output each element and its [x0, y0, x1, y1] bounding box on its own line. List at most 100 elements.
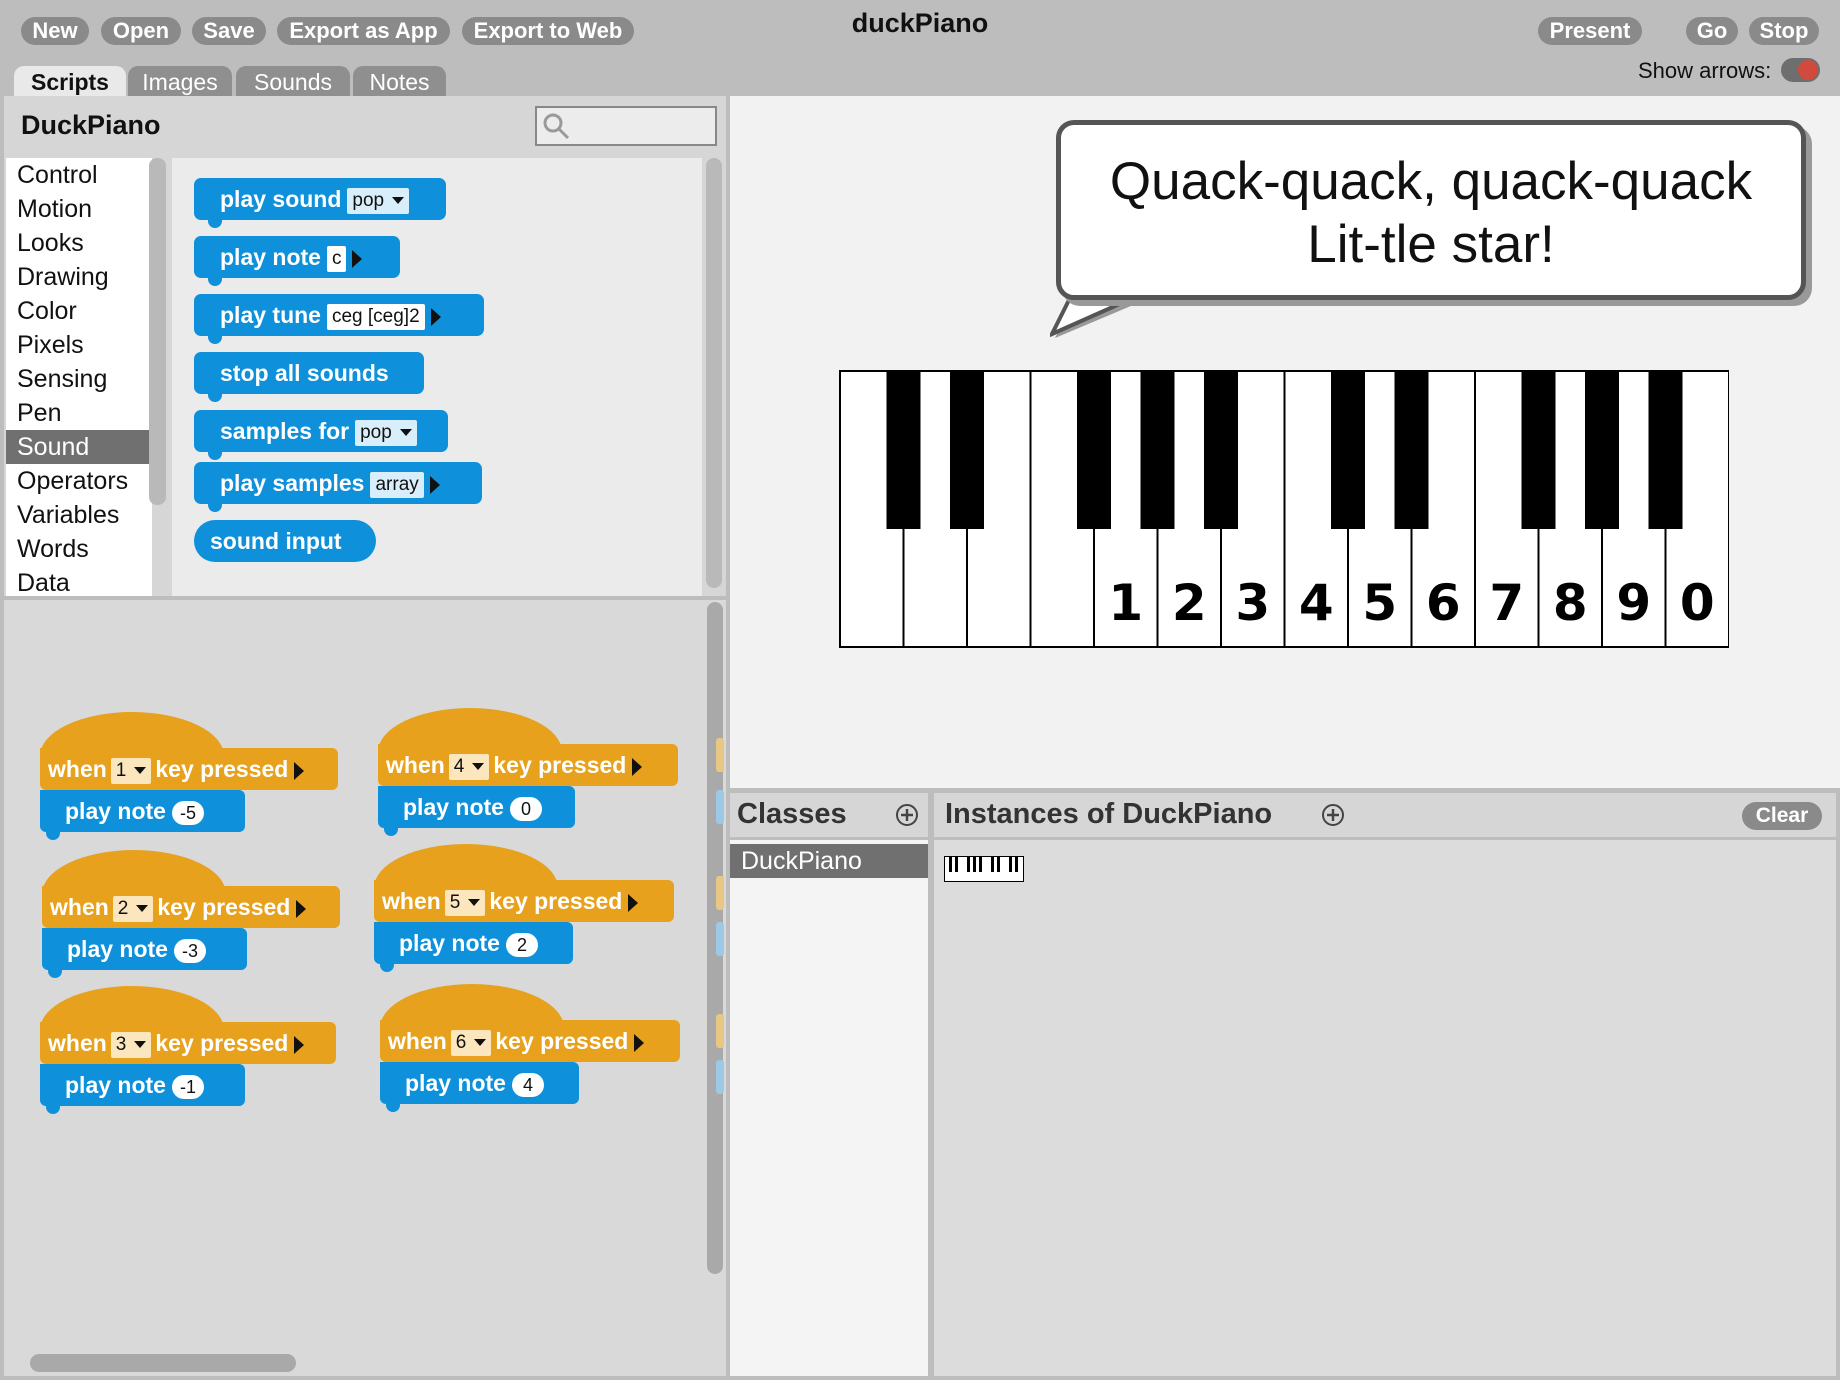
when-key-pressed-hat[interactable]: when 3 key pressed — [40, 1022, 336, 1064]
search-input[interactable] — [535, 106, 717, 146]
category-control[interactable]: Control — [6, 158, 152, 192]
play-note-command[interactable]: play note -3 — [42, 928, 247, 978]
piano-keyboard[interactable]: 1234567890 — [839, 370, 1729, 648]
tab-scripts[interactable]: Scripts — [14, 66, 126, 98]
category-color[interactable]: Color — [6, 294, 152, 328]
key-4-script[interactable]: when 4 key pressed play note 0 — [378, 708, 678, 836]
category-motion[interactable]: Motion — [6, 192, 152, 226]
when-key-pressed-hat[interactable]: when 6 key pressed — [380, 1020, 680, 1062]
expand-arrow-icon[interactable] — [634, 1033, 645, 1052]
key-3-script[interactable]: when 3 key pressed play note -1 — [40, 986, 340, 1114]
expand-arrow-icon[interactable] — [352, 249, 363, 268]
expand-arrow-icon[interactable] — [628, 893, 639, 912]
piano-key-label: 0 — [1680, 574, 1715, 632]
play-note-command[interactable]: play note -5 — [40, 790, 245, 840]
piano-black-key[interactable] — [1394, 371, 1429, 529]
category-drawing[interactable]: Drawing — [6, 260, 152, 294]
note-slot[interactable]: c — [326, 245, 347, 272]
piano-black-key[interactable] — [1648, 371, 1683, 529]
tab-sounds[interactable]: Sounds — [236, 66, 350, 96]
key-menu[interactable]: 4 — [448, 753, 490, 780]
classes-list — [730, 840, 928, 1376]
piano-black-key[interactable] — [1140, 371, 1175, 529]
array-slot[interactable]: array — [370, 471, 424, 498]
expand-arrow-icon[interactable] — [632, 757, 643, 776]
key-6-script[interactable]: when 6 key pressed play note 4 — [380, 984, 680, 1112]
tune-slot[interactable]: ceg [ceg]2 — [326, 303, 425, 330]
tab-images[interactable]: Images — [128, 66, 232, 96]
category-sound[interactable]: Sound — [6, 430, 152, 464]
chevron-down-icon — [472, 763, 485, 771]
piano-black-key[interactable] — [1585, 371, 1619, 529]
when-key-pressed-hat[interactable]: when 4 key pressed — [378, 744, 678, 786]
play-tune-block[interactable]: play tune ceg [ceg]2 — [194, 294, 484, 344]
expand-arrow-icon[interactable] — [429, 475, 440, 494]
key-5-script[interactable]: when 5 key pressed play note 2 — [374, 844, 674, 972]
category-looks[interactable]: Looks — [6, 226, 152, 260]
clear-button[interactable]: Clear — [1742, 802, 1822, 830]
sound-input-block[interactable]: sound input — [194, 520, 376, 562]
piano-key-label: 9 — [1616, 574, 1651, 632]
key-2-script[interactable]: when 2 key pressed play note -3 — [42, 850, 342, 978]
key-menu[interactable]: 2 — [112, 895, 154, 922]
when-key-pressed-hat[interactable]: when 1 key pressed — [40, 748, 338, 790]
key-menu[interactable]: 3 — [110, 1031, 152, 1058]
category-words[interactable]: Words — [6, 532, 152, 566]
note-value-slot[interactable]: 0 — [509, 796, 542, 821]
note-value-slot[interactable]: 4 — [511, 1072, 544, 1097]
expand-arrow-icon[interactable] — [430, 307, 441, 326]
add-instance-icon[interactable] — [1321, 803, 1345, 827]
play-sound-block[interactable]: play sound pop — [194, 178, 446, 228]
instance-thumbnail-piano[interactable] — [944, 856, 1024, 882]
note-value-slot[interactable]: -1 — [171, 1074, 204, 1099]
stop-button[interactable]: Stop — [1749, 17, 1819, 45]
key-menu[interactable]: 1 — [110, 757, 152, 784]
category-pen[interactable]: Pen — [6, 396, 152, 430]
play-note-command[interactable]: play note 0 — [378, 786, 575, 836]
add-class-icon[interactable] — [895, 803, 919, 827]
piano-black-key[interactable] — [1077, 371, 1111, 529]
sound-menu[interactable]: pop — [347, 187, 410, 214]
show-arrows-toggle[interactable] — [1781, 58, 1820, 82]
category-variables[interactable]: Variables — [6, 498, 152, 532]
present-button[interactable]: Present — [1538, 17, 1642, 45]
note-value-slot[interactable]: -3 — [173, 938, 206, 963]
expand-arrow-icon[interactable] — [294, 761, 305, 780]
key-menu[interactable]: 5 — [444, 889, 486, 916]
note-value-slot[interactable]: 2 — [505, 932, 538, 957]
piano-black-key[interactable] — [950, 371, 984, 529]
piano-black-key[interactable] — [1331, 371, 1365, 529]
go-button[interactable]: Go — [1686, 17, 1738, 45]
play-note-command[interactable]: play note -1 — [40, 1064, 245, 1114]
expand-arrow-icon[interactable] — [296, 899, 307, 918]
piano-key-label: 1 — [1108, 574, 1143, 632]
category-sensing[interactable]: Sensing — [6, 362, 152, 396]
blocks-scrollbar[interactable] — [706, 158, 722, 588]
key-1-script[interactable]: when 1 key pressed play note -5 — [40, 712, 340, 840]
sound-menu[interactable]: pop — [355, 419, 417, 446]
stop-all-sounds-block[interactable]: stop all sounds — [194, 352, 424, 402]
category-operators[interactable]: Operators — [6, 464, 152, 498]
category-scrollbar[interactable] — [149, 158, 166, 505]
chevron-down-icon — [392, 197, 405, 205]
tab-notes[interactable]: Notes — [353, 66, 446, 96]
play-samples-block[interactable]: play samples array — [194, 462, 482, 512]
scripts-horizontal-scrollbar[interactable] — [30, 1354, 296, 1372]
piano-black-key[interactable] — [886, 371, 921, 529]
key-menu[interactable]: 6 — [450, 1029, 492, 1056]
instances-area — [934, 840, 1836, 1376]
piano-black-key[interactable] — [1521, 371, 1556, 529]
piano-black-key[interactable] — [1204, 371, 1238, 529]
when-key-pressed-hat[interactable]: when 2 key pressed — [42, 886, 340, 928]
block-label: play samples — [220, 470, 365, 496]
expand-arrow-icon[interactable] — [294, 1035, 305, 1054]
note-value-slot[interactable]: -5 — [171, 800, 204, 825]
category-pixels[interactable]: Pixels — [6, 328, 152, 362]
samples-for-block[interactable]: samples for pop — [194, 410, 448, 460]
when-key-pressed-hat[interactable]: when 5 key pressed — [374, 880, 674, 922]
play-note-command[interactable]: play note 2 — [374, 922, 573, 972]
play-note-block[interactable]: play note c — [194, 236, 400, 286]
class-item-duckpiano[interactable]: DuckPiano — [730, 844, 928, 878]
play-note-command[interactable]: play note 4 — [380, 1062, 579, 1112]
category-data[interactable]: Data — [6, 566, 152, 596]
